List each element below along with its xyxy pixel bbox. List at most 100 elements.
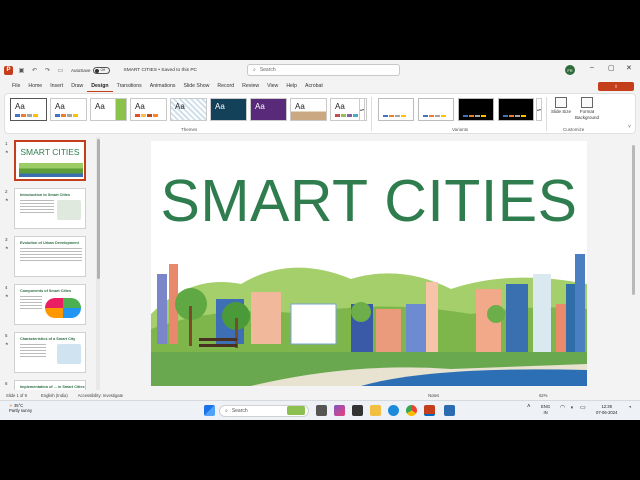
tree bbox=[351, 302, 371, 322]
tab-acrobat[interactable]: Acrobat bbox=[301, 80, 327, 92]
chrome-icon[interactable] bbox=[406, 405, 417, 416]
language-indicator[interactable]: ENG IN bbox=[541, 404, 550, 415]
undo-icon[interactable]: ↶ bbox=[30, 66, 39, 75]
avatar[interactable]: FR bbox=[565, 65, 575, 75]
format-background-button[interactable]: Format Background bbox=[573, 97, 601, 120]
theme-6[interactable]: Aa bbox=[210, 98, 247, 121]
tab-transitions[interactable]: Transitions bbox=[113, 80, 146, 92]
building bbox=[157, 274, 167, 344]
autosave-toggle[interactable]: Off bbox=[92, 66, 110, 74]
tab-file[interactable]: File bbox=[8, 80, 24, 92]
thumbnail-image bbox=[57, 200, 81, 220]
accessibility-status[interactable]: Accessibility: Investigate bbox=[78, 393, 123, 398]
star-icon: ★ bbox=[5, 197, 9, 202]
widget-image-icon[interactable] bbox=[287, 406, 305, 415]
notes-button[interactable]: Notes bbox=[428, 393, 439, 398]
zoom-level[interactable]: 62% bbox=[539, 393, 547, 398]
app-icon[interactable] bbox=[444, 405, 455, 416]
tab-draw[interactable]: Draw bbox=[67, 80, 87, 92]
variant-colors bbox=[503, 115, 526, 117]
format-background-label: Format Background bbox=[574, 109, 600, 120]
task-view-icon[interactable] bbox=[316, 405, 327, 416]
thumbnail-image bbox=[45, 298, 81, 318]
wifi-icon[interactable]: ◠ bbox=[560, 405, 565, 412]
tab-view[interactable]: View bbox=[263, 80, 282, 92]
copilot-icon[interactable] bbox=[334, 405, 345, 416]
slide-number: 5 bbox=[5, 333, 8, 338]
tree-trunk bbox=[235, 318, 238, 348]
slide-thumbnail-4[interactable]: Components of Smart Cities bbox=[14, 284, 86, 325]
tab-design[interactable]: Design bbox=[87, 80, 113, 92]
variant-1[interactable] bbox=[378, 98, 414, 121]
share-button[interactable]: ⇪ bbox=[598, 82, 634, 91]
theme-4[interactable]: Aa bbox=[130, 98, 167, 121]
slide-size-button[interactable]: Slide Size bbox=[549, 97, 573, 115]
tree bbox=[487, 305, 505, 323]
slide-scrollbar[interactable] bbox=[631, 137, 637, 410]
close-icon[interactable]: ✕ bbox=[626, 64, 632, 72]
present-icon[interactable]: ▭ bbox=[56, 66, 65, 75]
slide-thumbnail-2[interactable]: Introduction to Smart Cities bbox=[14, 188, 86, 229]
variant-4[interactable] bbox=[498, 98, 534, 121]
building bbox=[251, 292, 281, 344]
tab-home[interactable]: Home bbox=[24, 80, 46, 92]
building bbox=[506, 284, 528, 352]
tab-help[interactable]: Help bbox=[282, 80, 301, 92]
theme-7[interactable]: Aa bbox=[250, 98, 287, 121]
slide-number: 6 bbox=[5, 381, 8, 386]
volume-icon[interactable]: ◖ bbox=[570, 405, 574, 412]
search-placeholder: Search bbox=[259, 67, 276, 73]
variants-more-icon[interactable]: ▴▾ bbox=[536, 98, 542, 121]
save-icon[interactable]: ▣ bbox=[17, 66, 26, 75]
variant-2[interactable] bbox=[418, 98, 454, 121]
powerpoint-taskbar-icon[interactable] bbox=[424, 405, 435, 416]
tab-animations[interactable]: Animations bbox=[146, 80, 180, 92]
file-explorer-icon[interactable] bbox=[370, 405, 381, 416]
theme-sample-text: Aa bbox=[95, 102, 105, 111]
theme-8[interactable]: Aa bbox=[290, 98, 327, 121]
building bbox=[575, 254, 585, 352]
battery-icon[interactable]: ▭ bbox=[580, 405, 586, 412]
theme-office[interactable]: Aa bbox=[10, 98, 47, 121]
theme-3[interactable]: Aa bbox=[90, 98, 127, 121]
theme-sample-text: Aa bbox=[15, 102, 25, 111]
city-illustration[interactable] bbox=[151, 244, 587, 386]
slide-thumbnail-5[interactable]: Characteristics of a Smart City bbox=[14, 332, 86, 373]
variant-3[interactable] bbox=[458, 98, 494, 121]
tab-record[interactable]: Record bbox=[213, 80, 238, 92]
theme-2[interactable]: Aa bbox=[50, 98, 87, 121]
language-indicator[interactable]: English (India) bbox=[41, 393, 68, 398]
slide-canvas[interactable]: SMART CITIES bbox=[151, 141, 587, 386]
theme-colors bbox=[135, 114, 158, 117]
slide-title[interactable]: SMART CITIES bbox=[151, 167, 587, 235]
collapse-ribbon-icon[interactable]: ˅ bbox=[628, 124, 631, 130]
clock[interactable]: 12:39 07-06-2024 bbox=[596, 404, 617, 415]
bench bbox=[199, 338, 237, 341]
maximize-icon[interactable]: ▢ bbox=[608, 64, 615, 72]
edge-icon[interactable] bbox=[388, 405, 399, 416]
tab-slide-show[interactable]: Slide Show bbox=[179, 80, 213, 92]
scrollbar-thumb[interactable] bbox=[96, 139, 100, 279]
theme-sample-text: Aa bbox=[135, 102, 145, 111]
slide-thumbnail-3[interactable]: Evolution of Urban Development bbox=[14, 236, 86, 277]
minimize-icon[interactable]: – bbox=[590, 64, 594, 71]
thumbnails-scrollbar[interactable] bbox=[96, 137, 100, 410]
theme-5[interactable]: Aa bbox=[170, 98, 207, 121]
tab-insert[interactable]: Insert bbox=[46, 80, 67, 92]
themes-more-icon[interactable]: ▴▾ bbox=[359, 98, 365, 121]
slide-thumbnail-1[interactable]: SMART CITIES bbox=[14, 140, 86, 181]
chevron-up-icon[interactable]: ˄ bbox=[527, 404, 531, 411]
autosave-control[interactable]: AutoSave Off bbox=[71, 66, 110, 74]
variant-colors bbox=[383, 115, 406, 117]
windows-start-icon[interactable] bbox=[204, 405, 215, 416]
notification-bell-icon[interactable]: ◔ bbox=[628, 405, 632, 412]
app-icon[interactable] bbox=[352, 405, 363, 416]
thumbnail-text bbox=[20, 248, 82, 263]
language-top: ENG bbox=[541, 404, 551, 409]
search-input[interactable]: ⌕ Search bbox=[247, 64, 400, 76]
redo-icon[interactable]: ↷ bbox=[43, 66, 52, 75]
weather-widget[interactable]: ☀ 35°C Partly sunny bbox=[9, 403, 32, 413]
scrollbar-thumb[interactable] bbox=[632, 145, 635, 295]
building bbox=[556, 304, 566, 352]
tab-review[interactable]: Review bbox=[238, 80, 263, 92]
